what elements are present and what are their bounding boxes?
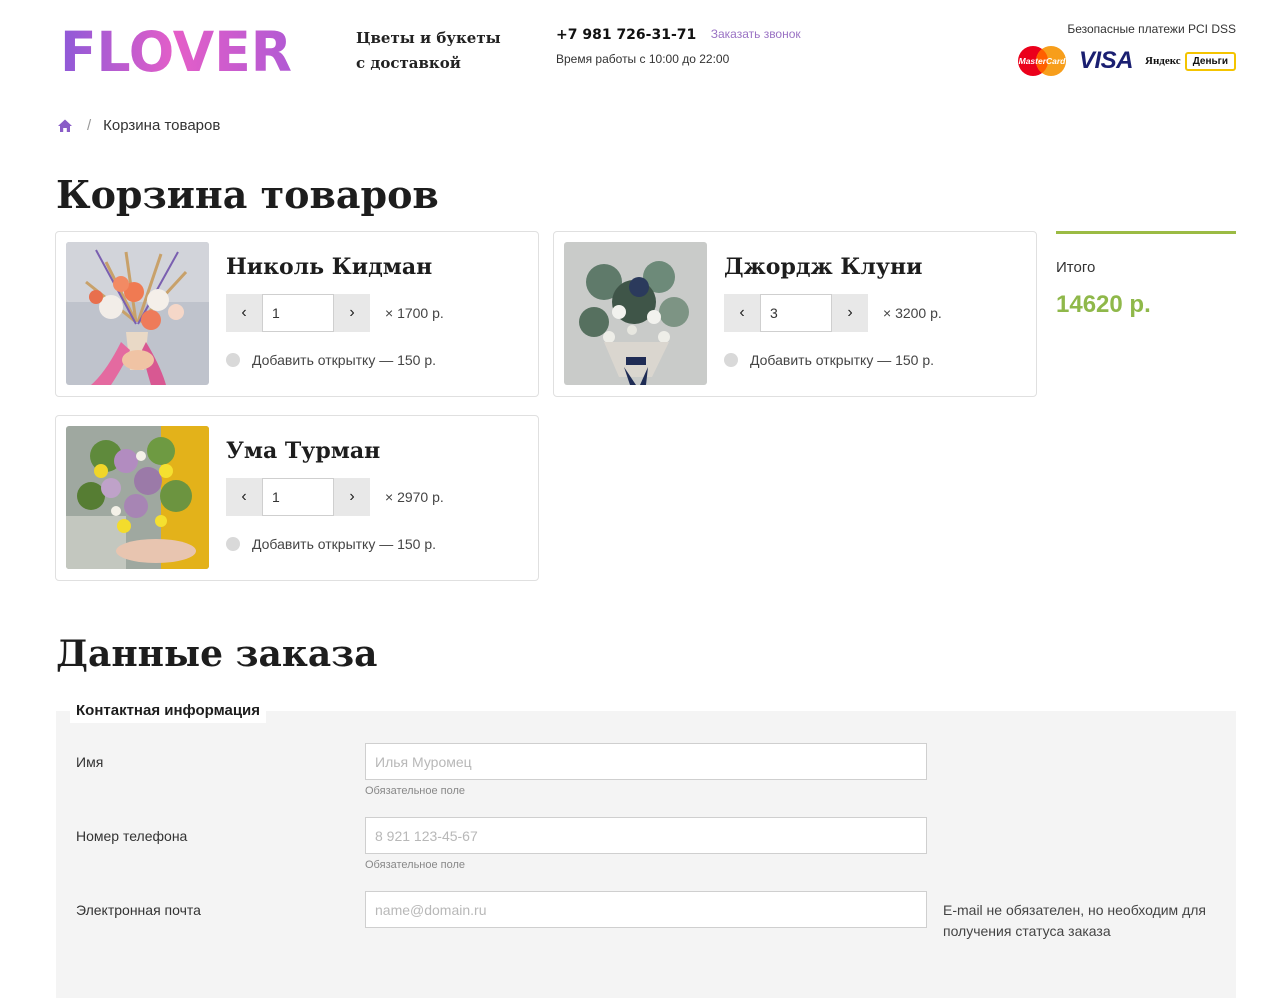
yandex-money-logo: Яндекс Деньги — [1145, 51, 1236, 71]
product-name[interactable]: Николь Кидман — [226, 254, 432, 280]
add-card-label: Добавить открытку — 150 р. — [252, 536, 437, 552]
name-label: Имя — [76, 754, 104, 770]
contact-block: +7 981 726-31-71 Заказать звонок Время р… — [556, 26, 801, 66]
chevron-right-icon: › — [847, 304, 853, 321]
decrease-button[interactable]: ‹ — [226, 294, 262, 332]
yandex-text: Яндекс — [1145, 55, 1181, 67]
logo[interactable]: FLOVER — [60, 22, 295, 78]
bouquet-photo[interactable] — [66, 242, 209, 385]
add-card-label: Добавить открытку — 150 р. — [750, 352, 935, 368]
add-card-option[interactable]: Добавить открытку — 150 р. — [226, 536, 436, 552]
add-card-option[interactable]: Добавить открытку — 150 р. — [226, 352, 436, 368]
increase-button[interactable]: › — [334, 294, 370, 332]
order-summary: Итого 14620 р. — [1056, 231, 1236, 319]
add-card-label: Добавить открытку — 150 р. — [252, 352, 437, 368]
chevron-left-icon: ‹ — [739, 304, 745, 321]
cart-item: Джордж Клуни ‹ 3 › × 3200 р. Добавить от… — [553, 231, 1037, 397]
unit-price: × 3200 р. — [883, 305, 942, 321]
dengi-text: Деньги — [1184, 51, 1236, 71]
payments-title: Безопасные платежи PCI DSS — [1067, 22, 1236, 36]
cart-item: Николь Кидман ‹ 1 › × 1700 р. Добавить о… — [55, 231, 539, 397]
logo-text: FLOVER — [60, 22, 292, 78]
breadcrumb-separator: / — [87, 117, 92, 134]
callback-link[interactable]: Заказать звонок — [711, 27, 801, 41]
breadcrumb: / Корзина товаров — [57, 117, 220, 134]
chevron-right-icon: › — [349, 488, 355, 505]
name-input[interactable] — [365, 743, 927, 780]
name-hint: Обязательное поле — [365, 785, 466, 797]
unit-price: × 1700 р. — [385, 305, 444, 321]
summary-label: Итого — [1056, 259, 1096, 276]
add-card-radio[interactable] — [724, 353, 738, 367]
visa-logo: VISA — [1078, 47, 1134, 74]
tagline: Цветы и букеты с доставкой — [356, 26, 516, 76]
email-note: E-mail не обязателен, но необходим для п… — [943, 902, 1206, 939]
payment-logos: MasterCard VISA Яндекс Деньги — [1017, 45, 1236, 77]
increase-button[interactable]: › — [832, 294, 868, 332]
quantity-stepper: ‹ 3 › — [724, 294, 868, 332]
bouquet-photo[interactable] — [564, 242, 707, 385]
summary-total: 14620 р. — [1056, 291, 1151, 318]
bouquet-photo[interactable] — [66, 426, 209, 569]
page-title: Корзина товаров — [56, 172, 439, 217]
add-card-radio[interactable] — [226, 537, 240, 551]
mastercard-logo: MasterCard — [1017, 45, 1067, 77]
cart-item: Ума Турман ‹ 1 › × 2970 р. Добавить откр… — [55, 415, 539, 581]
quantity-stepper: ‹ 1 › — [226, 294, 370, 332]
product-name[interactable]: Джордж Клуни — [724, 254, 922, 280]
tagline-line-2: с доставкой — [356, 54, 461, 72]
phone-number[interactable]: +7 981 726-31-71 — [556, 27, 696, 43]
phone-input[interactable] — [365, 817, 927, 854]
home-icon[interactable] — [57, 118, 73, 134]
quantity-input[interactable]: 1 — [262, 478, 334, 516]
chevron-left-icon: ‹ — [241, 488, 247, 505]
decrease-button[interactable]: ‹ — [724, 294, 760, 332]
add-card-option[interactable]: Добавить открытку — 150 р. — [724, 352, 934, 368]
working-hours: Время работы с 10:00 до 22:00 — [556, 52, 730, 66]
increase-button[interactable]: › — [334, 478, 370, 516]
chevron-right-icon: › — [349, 304, 355, 321]
quantity-stepper: ‹ 1 › — [226, 478, 370, 516]
email-input[interactable] — [365, 891, 927, 928]
section-title: Контактная информация — [70, 700, 267, 723]
add-card-radio[interactable] — [226, 353, 240, 367]
unit-price: × 2970 р. — [385, 489, 444, 505]
order-title: Данные заказа — [56, 633, 378, 675]
product-name[interactable]: Ума Турман — [226, 438, 380, 464]
email-label: Электронная почта — [76, 902, 201, 918]
breadcrumb-current: Корзина товаров — [103, 117, 221, 134]
phone-hint: Обязательное поле — [365, 859, 466, 871]
quantity-input[interactable]: 1 — [262, 294, 334, 332]
phone-label: Номер телефона — [76, 828, 188, 844]
quantity-input[interactable]: 3 — [760, 294, 832, 332]
chevron-left-icon: ‹ — [241, 304, 247, 321]
mastercard-text: MasterCard — [1019, 56, 1067, 66]
decrease-button[interactable]: ‹ — [226, 478, 262, 516]
tagline-line-1: Цветы и букеты — [356, 29, 501, 47]
